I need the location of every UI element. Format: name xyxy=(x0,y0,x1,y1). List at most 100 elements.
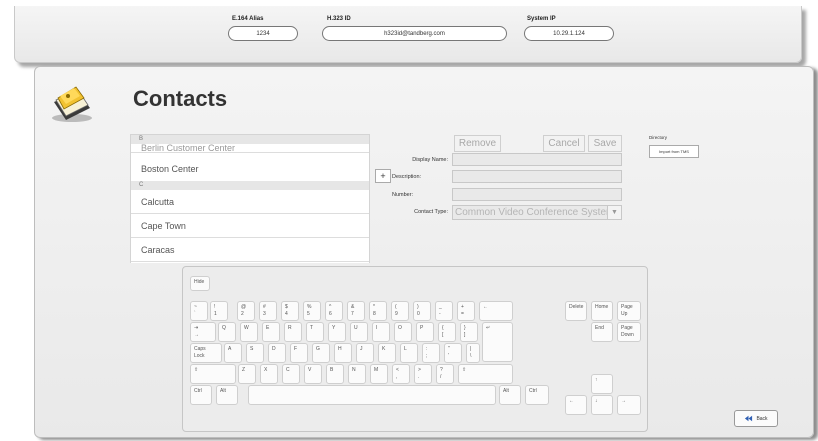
h323-id-label: H.323 ID xyxy=(327,16,351,22)
key[interactable]: { [ xyxy=(438,322,456,342)
backspace-key[interactable]: ← xyxy=(479,301,513,321)
arrow-left-key[interactable]: ← xyxy=(565,395,587,415)
import-from-tms-button[interactable]: Import from TMS xyxy=(649,145,699,158)
key[interactable]: ! 1 xyxy=(210,301,228,321)
left-ctrl-key[interactable]: Ctrl xyxy=(190,385,212,405)
key[interactable]: F xyxy=(290,343,308,363)
contact-type-label: Contact Type: xyxy=(414,209,448,215)
number-field[interactable] xyxy=(452,188,622,201)
space-key[interactable] xyxy=(248,385,496,405)
key[interactable]: % 5 xyxy=(303,301,321,321)
list-item[interactable]: Berlin Customer Center xyxy=(131,135,369,153)
key[interactable]: Y xyxy=(328,322,346,342)
list-item[interactable]: Cape Town xyxy=(131,214,369,238)
chevron-down-icon[interactable]: ▼ xyxy=(607,206,621,219)
key[interactable]: S xyxy=(246,343,264,363)
key[interactable]: B xyxy=(326,364,344,384)
key[interactable]: @ 2 xyxy=(237,301,255,321)
e164-alias-field: 1234 xyxy=(228,26,298,41)
right-shift-key[interactable]: ⇧ xyxy=(458,364,513,384)
key[interactable]: * 8 xyxy=(369,301,387,321)
key[interactable]: R xyxy=(284,322,302,342)
key[interactable]: X xyxy=(260,364,278,384)
key[interactable]: _ - xyxy=(435,301,453,321)
left-shift-key[interactable]: ⇧ xyxy=(190,364,236,384)
key[interactable]: N xyxy=(348,364,366,384)
key[interactable]: | \ xyxy=(466,343,480,363)
back-arrow-icon xyxy=(745,415,753,422)
cancel-button[interactable]: Cancel xyxy=(543,135,585,152)
key[interactable]: + = xyxy=(457,301,475,321)
key[interactable]: Q xyxy=(218,322,236,342)
arrow-down-key[interactable]: ↓ xyxy=(591,395,613,415)
save-button[interactable]: Save xyxy=(588,135,622,152)
key[interactable]: T xyxy=(306,322,324,342)
contact-type-select[interactable]: Common Video Conference System ▼ xyxy=(452,205,622,220)
list-section-header-c: C xyxy=(131,181,369,190)
number-label: Number: xyxy=(392,192,414,198)
key[interactable]: ) 0 xyxy=(413,301,431,321)
h323-id-field: h323id@tandberg.com xyxy=(322,26,507,41)
key[interactable]: V xyxy=(304,364,322,384)
contact-list[interactable]: B Berlin Customer Center Boston Center C… xyxy=(130,134,370,263)
key[interactable]: C xyxy=(282,364,300,384)
key[interactable]: # 3 xyxy=(259,301,277,321)
key[interactable]: : ; xyxy=(422,343,440,363)
list-item[interactable]: Caracas xyxy=(131,238,369,262)
system-info-bar: E.164 Alias 1234 H.323 ID h323id@tandber… xyxy=(14,6,802,63)
key[interactable]: < , xyxy=(392,364,410,384)
arrow-right-key[interactable]: → xyxy=(617,395,641,415)
system-ip-label: System IP xyxy=(527,16,556,22)
delete-key[interactable]: Delete xyxy=(565,301,587,321)
end-key[interactable]: End xyxy=(591,322,613,342)
key[interactable]: ^ 6 xyxy=(325,301,343,321)
right-ctrl-key[interactable]: Ctrl xyxy=(525,385,549,405)
key[interactable]: M xyxy=(370,364,388,384)
key[interactable]: " ' xyxy=(444,343,462,363)
caps-lock-key[interactable]: Caps Lock xyxy=(190,343,222,363)
arrow-up-key[interactable]: ↑ xyxy=(591,374,613,394)
back-button-label: Back xyxy=(756,415,768,422)
key[interactable]: ? / xyxy=(436,364,454,384)
right-alt-key[interactable]: Alt xyxy=(499,385,521,405)
key[interactable]: W xyxy=(240,322,258,342)
left-alt-key[interactable]: Alt xyxy=(216,385,238,405)
add-contact-button[interactable]: + xyxy=(375,169,391,183)
key[interactable]: K xyxy=(378,343,396,363)
display-name-label: Display Name: xyxy=(412,157,448,163)
key[interactable]: I xyxy=(372,322,390,342)
key[interactable]: P xyxy=(416,322,434,342)
description-field[interactable] xyxy=(452,170,622,183)
key[interactable]: > . xyxy=(414,364,432,384)
key[interactable]: D xyxy=(268,343,286,363)
page-down-key[interactable]: Page Down xyxy=(617,322,641,342)
list-item[interactable]: Boston Center xyxy=(131,156,369,182)
key[interactable]: ( 9 xyxy=(391,301,409,321)
key[interactable]: E xyxy=(262,322,280,342)
display-name-field[interactable] xyxy=(452,153,622,166)
key[interactable]: $ 4 xyxy=(281,301,299,321)
home-key[interactable]: Home xyxy=(591,301,613,321)
key[interactable]: H xyxy=(334,343,352,363)
key[interactable]: & 7 xyxy=(347,301,365,321)
hide-keyboard-button[interactable]: Hide xyxy=(190,276,210,291)
on-screen-keyboard: Hide ~ ` ! 1 @ 2 # 3 $ 4 % 5 ^ 6 & 7 * 8… xyxy=(182,266,648,432)
remove-button[interactable]: Remove xyxy=(454,135,501,152)
key[interactable]: J xyxy=(356,343,374,363)
enter-key[interactable]: ↵ xyxy=(482,322,513,362)
key[interactable]: O xyxy=(394,322,412,342)
key[interactable]: Z xyxy=(238,364,256,384)
back-button[interactable]: Back xyxy=(734,410,778,427)
system-ip-field: 10.29.1.124 xyxy=(524,26,614,41)
list-item[interactable]: Calcutta xyxy=(131,190,369,214)
page-up-key[interactable]: Page Up xyxy=(617,301,641,321)
tab-key[interactable]: ⇥ → xyxy=(190,322,216,342)
key[interactable]: } ] xyxy=(460,322,478,342)
page-title: Contacts xyxy=(133,86,228,111)
key[interactable]: U xyxy=(350,322,368,342)
key[interactable]: A xyxy=(224,343,242,363)
key[interactable]: L xyxy=(400,343,418,363)
contact-type-value: Common Video Conference System xyxy=(455,207,615,218)
key[interactable]: G xyxy=(312,343,330,363)
key[interactable]: ~ ` xyxy=(190,301,208,321)
